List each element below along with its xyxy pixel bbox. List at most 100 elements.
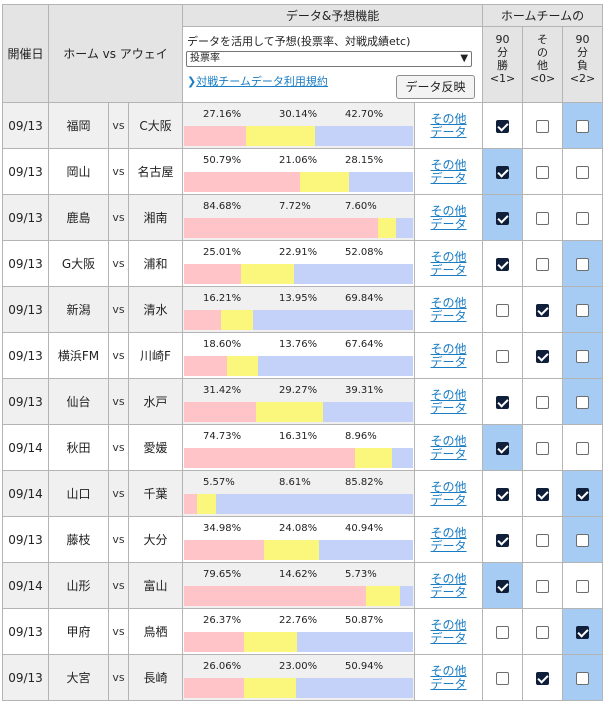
lose-90-checkbox[interactable]	[576, 303, 590, 317]
away-team: 湘南	[127, 194, 184, 241]
lose-90-checkbox[interactable]	[576, 119, 590, 133]
match-date: 09/13	[2, 608, 49, 655]
lose-90-checkbox-cell	[562, 654, 604, 701]
match-date: 09/13	[2, 516, 49, 563]
other-data-link[interactable]: その他 データ	[431, 664, 467, 691]
lose-90-checkbox-cell	[562, 102, 604, 149]
lose-90-checkbox[interactable]	[576, 533, 590, 547]
draw-segment	[264, 540, 320, 560]
away-win-segment	[296, 678, 413, 698]
win-90-checkbox[interactable]	[496, 165, 510, 179]
lose-90-checkbox[interactable]	[576, 441, 590, 455]
other-data-link[interactable]: その他 データ	[431, 434, 467, 461]
win-90-checkbox-cell	[482, 378, 524, 425]
other-data-link[interactable]: その他 データ	[431, 572, 467, 599]
vote-rate-text: 18.60%	[203, 339, 242, 350]
prediction-page: 開催日 ホーム vs アウェイ データ&予想機能 ホームチームの データを活用し…	[0, 0, 604, 719]
vs-label: vs	[108, 194, 129, 241]
win-90-checkbox[interactable]	[496, 625, 510, 639]
vote-rate-text: 50.79%	[203, 155, 242, 166]
vote-rate-bar	[184, 448, 413, 468]
other-checkbox[interactable]	[536, 625, 550, 639]
match-row: 09/13 大宮 vs 長崎 26.06% 23.00% 50.94% その他 データ	[2, 654, 604, 701]
lose-90-checkbox[interactable]	[576, 211, 590, 225]
other-checkbox[interactable]	[536, 165, 550, 179]
other-data-link[interactable]: その他 データ	[431, 112, 467, 139]
lose-90-checkbox[interactable]	[576, 349, 590, 363]
win-90-checkbox[interactable]	[496, 671, 510, 685]
vote-rate-text: 79.65%	[203, 569, 242, 580]
vs-label: vs	[108, 470, 129, 517]
vote-rate-bar	[184, 264, 413, 284]
away-win-segment	[253, 310, 413, 330]
vote-rate-bar	[184, 126, 413, 146]
win-90-checkbox[interactable]	[496, 257, 510, 271]
win-90-checkbox[interactable]	[496, 441, 510, 455]
vote-rate-text: 8.61%	[279, 477, 311, 488]
other-data-link[interactable]: その他 データ	[431, 204, 467, 231]
away-team: 名古屋	[127, 148, 184, 195]
vote-rate-bar	[184, 586, 413, 606]
win-90-checkbox-cell	[482, 424, 524, 471]
other-data-link[interactable]: その他 データ	[431, 526, 467, 553]
away-team: 愛媛	[127, 424, 184, 471]
lose-90-checkbox[interactable]	[576, 487, 590, 501]
other-checkbox[interactable]	[536, 349, 550, 363]
match-date: 09/13	[2, 332, 49, 379]
lose-90-checkbox-cell	[562, 562, 604, 609]
vote-rate-bar	[184, 494, 413, 514]
vs-label: vs	[108, 286, 129, 333]
other-checkbox[interactable]	[536, 119, 550, 133]
other-checkbox[interactable]	[536, 395, 550, 409]
other-checkbox[interactable]	[536, 533, 550, 547]
lose-90-checkbox[interactable]	[576, 165, 590, 179]
away-win-segment	[296, 632, 413, 652]
header-date: 開催日	[2, 4, 49, 103]
match-row: 09/14 山口 vs 千葉 5.57% 8.61% 85.82% その他 データ	[2, 470, 604, 517]
terms-link[interactable]: ❯対戦チームデータ利用規約	[187, 73, 328, 89]
lose-90-checkbox[interactable]	[576, 671, 590, 685]
win-90-checkbox[interactable]	[496, 349, 510, 363]
home-team: 仙台	[48, 378, 109, 425]
vote-rate-text: 69.84%	[345, 293, 384, 304]
vote-rate-text: 24.08%	[279, 523, 318, 534]
win-90-checkbox[interactable]	[496, 487, 510, 501]
other-checkbox[interactable]	[536, 671, 550, 685]
data-type-select[interactable]: 投票率 ▼	[186, 51, 473, 67]
other-checkbox[interactable]	[536, 211, 550, 225]
win-90-checkbox[interactable]	[496, 211, 510, 225]
other-checkbox[interactable]	[536, 303, 550, 317]
header-home-team-group: ホームチームの	[482, 4, 604, 27]
other-data-link[interactable]: その他 データ	[431, 250, 467, 277]
other-checkbox-cell	[522, 470, 564, 517]
draw-segment	[377, 218, 396, 238]
other-data-link[interactable]: その他 データ	[431, 342, 467, 369]
lose-90-checkbox[interactable]	[576, 579, 590, 593]
win-90-checkbox[interactable]	[496, 119, 510, 133]
vote-rate-text: 84.68%	[203, 201, 242, 212]
vs-label: vs	[108, 516, 129, 563]
vs-label: vs	[108, 148, 129, 195]
win-90-checkbox[interactable]	[496, 533, 510, 547]
other-data-link[interactable]: その他 データ	[431, 388, 467, 415]
win-90-checkbox[interactable]	[496, 395, 510, 409]
lose-90-checkbox[interactable]	[576, 395, 590, 409]
other-checkbox[interactable]	[536, 579, 550, 593]
other-checkbox[interactable]	[536, 487, 550, 501]
other-checkbox[interactable]	[536, 257, 550, 271]
other-data-link[interactable]: その他 データ	[431, 296, 467, 323]
match-date: 09/14	[2, 470, 49, 517]
lose-90-checkbox[interactable]	[576, 625, 590, 639]
vote-rate-cell: 84.68% 7.72% 7.60%	[182, 194, 416, 241]
win-90-checkbox[interactable]	[496, 579, 510, 593]
home-win-segment	[184, 494, 197, 514]
lose-90-checkbox-cell	[562, 424, 604, 471]
other-checkbox[interactable]	[536, 441, 550, 455]
win-90-checkbox[interactable]	[496, 303, 510, 317]
lose-90-checkbox[interactable]	[576, 257, 590, 271]
reflect-data-button[interactable]: データ反映	[396, 75, 476, 99]
other-data-link[interactable]: その他 データ	[431, 158, 467, 185]
other-data-link[interactable]: その他 データ	[431, 480, 467, 507]
other-data-link[interactable]: その他 データ	[431, 618, 467, 645]
away-team: 清水	[127, 286, 184, 333]
